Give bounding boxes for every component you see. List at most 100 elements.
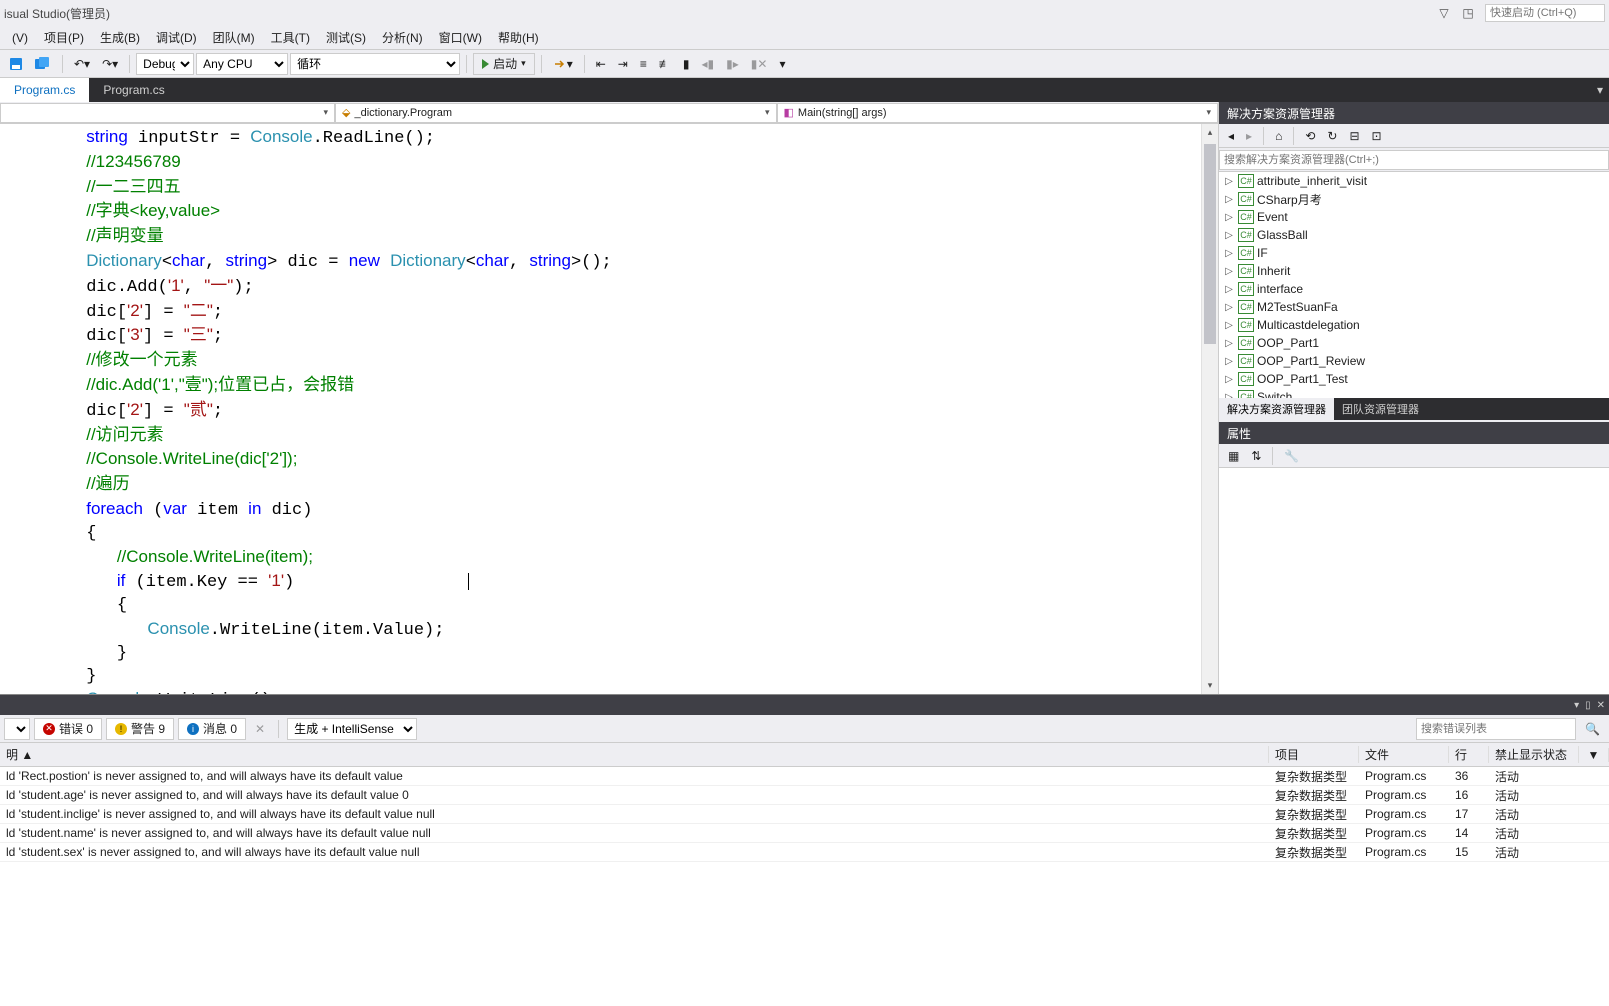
search-icon[interactable]: 🔍 <box>1580 718 1605 740</box>
expand-icon[interactable]: ▷ <box>1223 302 1235 313</box>
tree-item[interactable]: ▷C#IF <box>1219 244 1609 262</box>
expand-icon[interactable]: ▷ <box>1223 374 1235 385</box>
comment-button[interactable]: ≡ <box>635 53 652 75</box>
bookmark-clear-button[interactable]: ▮✕ <box>746 53 773 75</box>
menu-analyze[interactable]: 分析(N) <box>374 27 431 48</box>
save-all-button[interactable] <box>30 53 56 75</box>
col-description[interactable]: 明 ▲ <box>0 746 1269 763</box>
clear-filter-button[interactable]: ✕ <box>250 718 270 740</box>
tab-program-cs-2[interactable]: Program.cs <box>89 78 178 102</box>
tree-item[interactable]: ▷C#OOP_Part1 <box>1219 334 1609 352</box>
menu-test[interactable]: 测试(S) <box>318 27 374 48</box>
toolbar-overflow-button[interactable]: ▾ <box>774 53 790 75</box>
solution-tree[interactable]: ▷C#attribute_inherit_visit▷C#CSharp月考▷C#… <box>1219 172 1609 398</box>
error-row[interactable]: ld 'student.inclige' is never assigned t… <box>0 805 1609 824</box>
quick-launch-input[interactable] <box>1485 4 1605 22</box>
filter-icon[interactable]: ▽ <box>1435 4 1453 22</box>
tree-item[interactable]: ▷C#OOP_Part1_Review <box>1219 352 1609 370</box>
nav-member-dropdown[interactable]: ◧Main(string[] args)▾ <box>777 103 1219 123</box>
menu-debug[interactable]: 调试(D) <box>148 27 205 48</box>
error-scope-select[interactable] <box>4 718 30 740</box>
nav-project-dropdown[interactable]: ▾ <box>0 103 335 123</box>
menu-project[interactable]: 项目(P) <box>36 27 92 48</box>
show-all-button[interactable]: ⊡ <box>1367 125 1387 147</box>
tab-dropdown-button[interactable]: ▾ <box>1591 78 1609 102</box>
bookmark-button[interactable]: ▮ <box>678 53 695 75</box>
back-button[interactable]: ◂ <box>1223 125 1239 147</box>
uncomment-button[interactable]: ≢ <box>654 53 676 75</box>
expand-icon[interactable]: ▷ <box>1223 230 1235 241</box>
forward-button[interactable]: ▸ <box>1241 125 1257 147</box>
close-icon[interactable]: ✕ <box>1597 700 1605 711</box>
scroll-up-button[interactable]: ▴ <box>1202 124 1218 141</box>
tree-item[interactable]: ▷C#GlassBall <box>1219 226 1609 244</box>
expand-icon[interactable]: ▷ <box>1223 176 1235 187</box>
menu-window[interactable]: 窗口(W) <box>431 27 490 48</box>
side-tab-solution[interactable]: 解决方案资源管理器 <box>1219 398 1334 420</box>
expand-icon[interactable]: ▷ <box>1223 356 1235 367</box>
tree-item[interactable]: ▷C#attribute_inherit_visit <box>1219 172 1609 190</box>
config-select[interactable]: Debug <box>136 53 194 75</box>
bookmark-prev-button[interactable]: ◂▮ <box>696 53 719 75</box>
indent-right-button[interactable]: ⇥ <box>613 53 633 75</box>
expand-icon[interactable]: ▷ <box>1223 320 1235 331</box>
errors-filter-button[interactable]: ✕错误 0 <box>34 718 102 740</box>
platform-select[interactable]: Any CPU <box>196 53 288 75</box>
undo-button[interactable]: ↶▾ <box>69 53 95 75</box>
error-row[interactable]: ld 'Rect.postion' is never assigned to, … <box>0 767 1609 786</box>
step-button[interactable]: ▾ <box>548 53 578 75</box>
solution-search-input[interactable] <box>1219 150 1609 170</box>
messages-filter-button[interactable]: i消息 0 <box>178 718 246 740</box>
prop-categorize-button[interactable]: ▦ <box>1223 445 1244 467</box>
indent-left-button[interactable]: ⇤ <box>591 53 611 75</box>
build-source-select[interactable]: 生成 + IntelliSense <box>287 718 417 740</box>
error-row[interactable]: ld 'student.sex' is never assigned to, a… <box>0 843 1609 862</box>
start-debug-button[interactable]: 启动▾ <box>473 53 535 75</box>
col-filter-icon[interactable]: ▼ <box>1579 748 1609 762</box>
tree-item[interactable]: ▷C#Inherit <box>1219 262 1609 280</box>
tree-item[interactable]: ▷C#CSharp月考 <box>1219 190 1609 208</box>
menu-help[interactable]: 帮助(H) <box>490 27 547 48</box>
prop-page-button[interactable]: 🔧 <box>1279 445 1304 467</box>
scrollbar-thumb[interactable] <box>1204 144 1216 344</box>
tree-item[interactable]: ▷C#Event <box>1219 208 1609 226</box>
expand-icon[interactable]: ▷ <box>1223 212 1235 223</box>
editor-vertical-scrollbar[interactable]: ▴ ▾ <box>1201 124 1218 694</box>
expand-icon[interactable]: ▷ <box>1223 194 1235 205</box>
scroll-down-button[interactable]: ▾ <box>1202 677 1218 694</box>
sync-button[interactable]: ⟲ <box>1300 125 1320 147</box>
col-file[interactable]: 文件 <box>1359 746 1449 763</box>
col-suppress[interactable]: 禁止显示状态 <box>1489 746 1579 763</box>
nav-type-dropdown[interactable]: ⬙_dictionary.Program▾ <box>335 103 777 123</box>
expand-icon[interactable]: ▷ <box>1223 266 1235 277</box>
side-tab-team[interactable]: 团队资源管理器 <box>1334 398 1427 420</box>
notifications-icon[interactable]: ◳ <box>1459 4 1477 22</box>
tree-item[interactable]: ▷C#Switch <box>1219 388 1609 398</box>
error-row[interactable]: ld 'student.age' is never assigned to, a… <box>0 786 1609 805</box>
tree-item[interactable]: ▷C#OOP_Part1_Test <box>1219 370 1609 388</box>
col-project[interactable]: 项目 <box>1269 746 1359 763</box>
error-search-input[interactable] <box>1416 718 1576 740</box>
tree-item[interactable]: ▷C#Multicastdelegation <box>1219 316 1609 334</box>
col-line[interactable]: 行 <box>1449 746 1489 763</box>
expand-icon[interactable]: ▷ <box>1223 284 1235 295</box>
refresh-button[interactable]: ↻ <box>1322 125 1342 147</box>
prop-sort-button[interactable]: ⇅ <box>1246 445 1266 467</box>
menu-tools[interactable]: 工具(T) <box>263 27 318 48</box>
expand-icon[interactable]: ▷ <box>1223 338 1235 349</box>
expand-icon[interactable]: ▷ <box>1223 248 1235 259</box>
bookmark-next-button[interactable]: ▮▸ <box>721 53 744 75</box>
tree-item[interactable]: ▷C#M2TestSuanFa <box>1219 298 1609 316</box>
home-button[interactable]: ⌂ <box>1270 125 1287 147</box>
code-editor[interactable]: string inputStr = Console.ReadLine(); //… <box>0 124 1218 694</box>
menu-view[interactable]: (V) <box>4 29 36 47</box>
warnings-filter-button[interactable]: !警告 9 <box>106 718 174 740</box>
menu-team[interactable]: 团队(M) <box>205 27 263 48</box>
pin-icon[interactable]: ▯ <box>1585 700 1591 711</box>
collapse-button[interactable]: ⊟ <box>1344 125 1364 147</box>
save-button[interactable] <box>4 53 28 75</box>
error-row[interactable]: ld 'student.name' is never assigned to, … <box>0 824 1609 843</box>
target-select[interactable]: 循环 <box>290 53 460 75</box>
tree-item[interactable]: ▷C#interface <box>1219 280 1609 298</box>
tab-program-cs-1[interactable]: Program.cs <box>0 78 89 102</box>
